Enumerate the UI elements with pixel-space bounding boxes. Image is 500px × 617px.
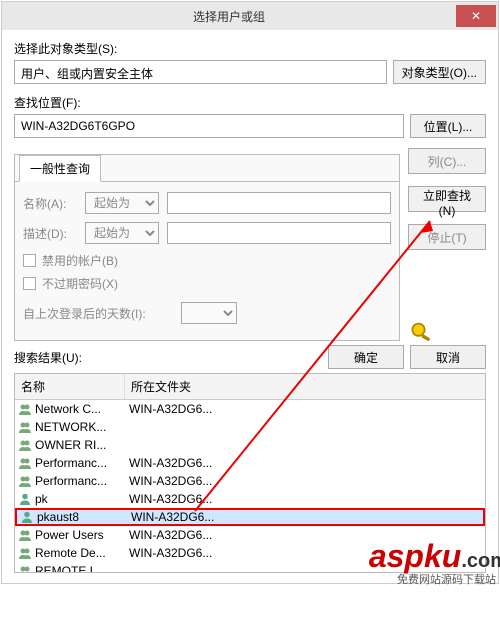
table-row[interactable]: pkWIN-A32DG6...	[15, 490, 485, 508]
table-row[interactable]: Network C...WIN-A32DG6...	[15, 400, 485, 418]
side-buttons: 列(C)... 立即查找(N) 停止(T)	[408, 148, 486, 341]
titlebar: 选择用户或组 ✕	[2, 2, 498, 30]
row-folder: WIN-A32DG6...	[125, 492, 485, 506]
columns-button[interactable]: 列(C)...	[408, 148, 486, 174]
object-type-label: 选择此对象类型(S):	[14, 40, 486, 57]
user-icon	[17, 492, 33, 506]
row-name: Performanc...	[33, 474, 125, 488]
days-since-login-combo[interactable]	[181, 302, 237, 324]
days-since-login-label: 自上次登录后的天数(I):	[23, 305, 173, 322]
tab-common-queries[interactable]: 一般性查询	[19, 155, 101, 182]
magnifier-icon	[408, 321, 436, 341]
query-tabs: 一般性查询 名称(A): 起始为 描述(D): 起始为 禁用的帐户(B)	[14, 154, 400, 341]
table-row[interactable]: Performanc...WIN-A32DG6...	[15, 472, 485, 490]
row-name: Remote De...	[33, 546, 125, 560]
table-row[interactable]: NETWORK...	[15, 418, 485, 436]
non-expiring-label: 不过期密码(X)	[42, 275, 118, 292]
watermark-tagline: 免费网站源码下载站	[397, 571, 496, 587]
table-row[interactable]: pkaust8WIN-A32DG6...	[15, 508, 485, 526]
group-icon	[17, 546, 33, 560]
group-icon	[17, 438, 33, 452]
disabled-accounts-label: 禁用的帐户(B)	[42, 252, 118, 269]
object-types-button[interactable]: 对象类型(O)...	[393, 60, 486, 84]
group-icon	[17, 564, 33, 573]
row-folder: WIN-A32DG6...	[125, 474, 485, 488]
group-icon	[17, 474, 33, 488]
row-folder: WIN-A32DG6...	[125, 402, 485, 416]
search-results-label: 搜索结果(U):	[14, 349, 320, 366]
dialog-content: 选择此对象类型(S): 用户、组或内置安全主体 对象类型(O)... 查找位置(…	[2, 30, 498, 583]
find-now-button[interactable]: 立即查找(N)	[408, 186, 486, 212]
row-name: Power Users	[33, 528, 125, 542]
desc-input[interactable]	[167, 222, 391, 244]
row-name: pk	[33, 492, 125, 506]
row-name: Performanc...	[33, 456, 125, 470]
table-row[interactable]: OWNER RI...	[15, 436, 485, 454]
name-label: 名称(A):	[23, 195, 77, 212]
group-icon	[17, 420, 33, 434]
group-icon	[17, 456, 33, 470]
non-expiring-checkbox[interactable]	[23, 277, 36, 290]
window-title: 选择用户或组	[2, 8, 456, 25]
name-combo[interactable]: 起始为	[85, 192, 159, 214]
watermark-logo: aspku.com	[369, 538, 500, 575]
desc-combo[interactable]: 起始为	[85, 222, 159, 244]
row-folder: WIN-A32DG6...	[125, 456, 485, 470]
row-name: REMOTE I...	[33, 564, 125, 573]
close-icon: ✕	[471, 9, 481, 23]
dialog-window: 选择用户或组 ✕ 选择此对象类型(S): 用户、组或内置安全主体 对象类型(O)…	[1, 1, 499, 584]
user-icon	[19, 510, 35, 524]
name-input[interactable]	[167, 192, 391, 214]
column-folder[interactable]: 所在文件夹	[125, 374, 485, 399]
column-name[interactable]: 名称	[15, 374, 125, 399]
group-icon	[17, 528, 33, 542]
disabled-accounts-checkbox[interactable]	[23, 254, 36, 267]
ok-button[interactable]: 确定	[328, 345, 404, 369]
locations-button[interactable]: 位置(L)...	[410, 114, 486, 138]
row-name: pkaust8	[35, 510, 127, 524]
row-name: NETWORK...	[33, 420, 125, 434]
row-folder: WIN-A32DG6...	[127, 510, 483, 524]
stop-button[interactable]: 停止(T)	[408, 224, 486, 250]
group-icon	[17, 402, 33, 416]
location-label: 查找位置(F):	[14, 94, 486, 111]
table-row[interactable]: Performanc...WIN-A32DG6...	[15, 454, 485, 472]
desc-label: 描述(D):	[23, 225, 77, 242]
object-type-field[interactable]: 用户、组或内置安全主体	[14, 60, 387, 84]
row-name: Network C...	[33, 402, 125, 416]
row-name: OWNER RI...	[33, 438, 125, 452]
location-field[interactable]: WIN-A32DG6T6GPO	[14, 114, 404, 138]
cancel-button[interactable]: 取消	[410, 345, 486, 369]
listview-header: 名称 所在文件夹	[15, 374, 485, 400]
close-button[interactable]: ✕	[456, 5, 496, 27]
